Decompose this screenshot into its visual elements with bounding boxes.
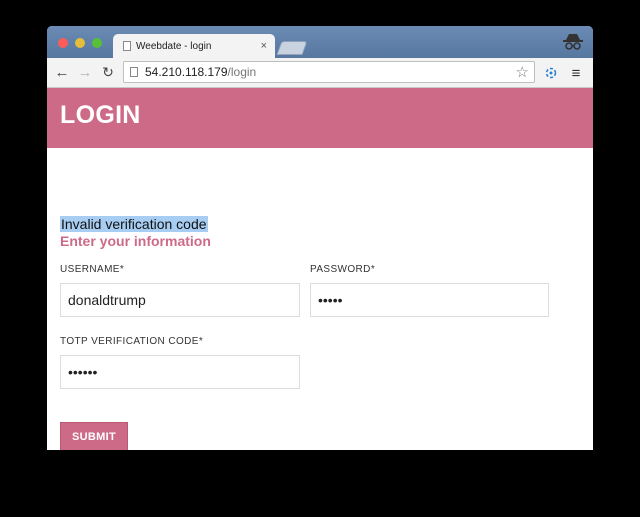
browser-window: Weebdate - login × ← → ↻ 54.210.118.179/…: [47, 26, 593, 450]
required-mark: *: [198, 336, 204, 347]
minimize-window-button[interactable]: [75, 38, 85, 48]
tab-close-icon[interactable]: ×: [261, 40, 267, 52]
maximize-window-button[interactable]: [92, 38, 102, 48]
required-mark: *: [119, 264, 125, 275]
password-label-text: PASSWORD: [310, 264, 371, 275]
password-label: PASSWORD*: [310, 264, 375, 275]
page-icon: [123, 41, 131, 51]
tab-active[interactable]: Weebdate - login ×: [113, 34, 275, 58]
forward-icon[interactable]: →: [75, 62, 95, 82]
page-icon: [130, 67, 138, 77]
url-text: 54.210.118.179/login: [145, 65, 516, 79]
close-window-button[interactable]: [58, 38, 68, 48]
totp-code-field[interactable]: [60, 355, 300, 389]
error-message: Invalid verification code: [60, 216, 208, 232]
back-icon[interactable]: ←: [52, 62, 72, 82]
submit-button[interactable]: SUBMIT: [60, 422, 128, 450]
url-path: /login: [227, 65, 257, 79]
new-tab-button[interactable]: [276, 41, 308, 55]
tab-bar: Weebdate - login ×: [47, 26, 593, 58]
url-host: 54.210.118.179: [145, 65, 228, 79]
page-header: LOGIN: [47, 88, 593, 148]
extension-icon[interactable]: [541, 64, 561, 82]
form-subtitle: Enter your information: [60, 233, 211, 249]
username-field[interactable]: [60, 283, 300, 317]
reload-icon[interactable]: ↻: [98, 62, 118, 82]
page-title: LOGIN: [60, 101, 141, 129]
bookmark-star-icon[interactable]: ☆: [516, 63, 529, 81]
tab-title: Weebdate - login: [136, 40, 212, 52]
address-bar[interactable]: 54.210.118.179/login ☆: [123, 61, 535, 83]
incognito-icon: [561, 31, 585, 53]
browser-toolbar: ← → ↻ 54.210.118.179/login ☆ ≡: [47, 58, 593, 88]
username-label-text: USERNAME: [60, 264, 120, 275]
menu-icon[interactable]: ≡: [567, 64, 585, 82]
totp-label-text: TOTP VERIFICATION CODE: [60, 336, 199, 347]
required-mark: *: [370, 264, 376, 275]
totp-label: TOTP VERIFICATION CODE*: [60, 336, 203, 347]
username-label: USERNAME*: [60, 264, 124, 275]
password-field[interactable]: [310, 283, 549, 317]
